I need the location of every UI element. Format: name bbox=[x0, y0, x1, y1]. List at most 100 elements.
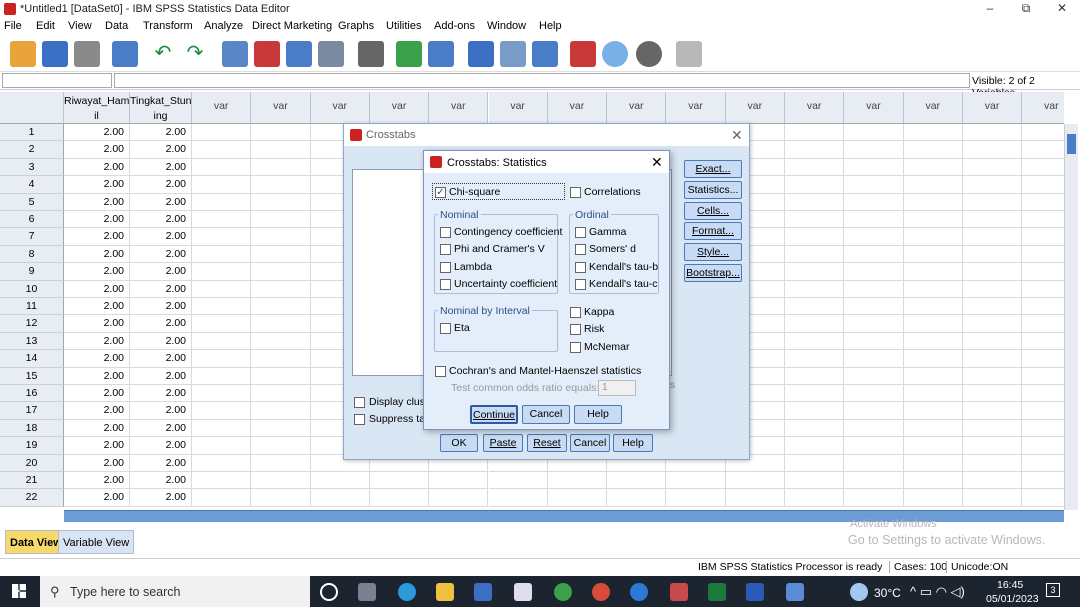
crosstabs-close-button[interactable]: ✕ bbox=[731, 127, 743, 144]
table-cell[interactable] bbox=[192, 193, 252, 211]
uncertainty-coefficient-checkbox[interactable] bbox=[440, 279, 451, 290]
clock-time[interactable]: 16:45 bbox=[997, 579, 1023, 591]
table-cell[interactable] bbox=[844, 245, 904, 264]
menu-edit[interactable]: Edit bbox=[36, 20, 55, 32]
table-cell[interactable] bbox=[962, 298, 1023, 316]
table-cell[interactable] bbox=[785, 263, 845, 281]
mcnemar-checkbox[interactable] bbox=[570, 342, 581, 353]
table-cell[interactable] bbox=[785, 419, 845, 438]
minimize-button[interactable]: – bbox=[972, 0, 1008, 18]
table-cell[interactable] bbox=[192, 402, 252, 420]
menu-file[interactable]: File bbox=[4, 20, 22, 32]
table-cell[interactable]: 2.00 bbox=[64, 489, 130, 507]
insert-variable-icon[interactable] bbox=[396, 41, 422, 67]
table-cell[interactable] bbox=[251, 332, 311, 351]
dialog-recall-icon[interactable] bbox=[112, 41, 138, 67]
table-cell[interactable] bbox=[785, 332, 845, 351]
table-cell[interactable] bbox=[962, 141, 1023, 159]
table-cell[interactable]: 2.00 bbox=[64, 332, 130, 351]
table-cell[interactable]: 2.00 bbox=[130, 158, 192, 177]
table-cell[interactable] bbox=[903, 228, 963, 246]
table-cell[interactable] bbox=[251, 124, 311, 142]
table-cell[interactable] bbox=[310, 489, 370, 507]
table-cell[interactable] bbox=[429, 489, 489, 507]
row-header[interactable]: 8 bbox=[0, 245, 64, 264]
column-header[interactable]: var bbox=[251, 92, 311, 124]
row-header[interactable]: 18 bbox=[0, 419, 64, 438]
table-cell[interactable] bbox=[785, 158, 845, 177]
ok-button[interactable]: OK bbox=[440, 434, 478, 452]
table-cell[interactable] bbox=[844, 280, 904, 298]
row-header[interactable]: 10 bbox=[0, 280, 64, 298]
table-cell[interactable] bbox=[1022, 368, 1064, 385]
table-cell[interactable] bbox=[1022, 455, 1064, 472]
vertical-scrollbar[interactable] bbox=[1064, 124, 1078, 510]
table-cell[interactable] bbox=[251, 454, 311, 472]
table-cell[interactable] bbox=[725, 489, 785, 507]
table-cell[interactable] bbox=[547, 489, 608, 507]
table-cell[interactable]: 2.00 bbox=[130, 141, 192, 159]
style-button[interactable]: Style... bbox=[684, 243, 742, 261]
table-cell[interactable] bbox=[251, 280, 311, 298]
menu-window[interactable]: Window bbox=[487, 20, 526, 32]
table-cell[interactable] bbox=[903, 437, 963, 455]
kendalls-tau-c-checkbox[interactable] bbox=[575, 279, 586, 290]
table-cell[interactable]: 2.00 bbox=[64, 211, 130, 229]
table-cell[interactable] bbox=[547, 472, 608, 490]
table-cell[interactable] bbox=[192, 385, 252, 403]
table-cell[interactable]: 2.00 bbox=[130, 315, 192, 333]
table-cell[interactable] bbox=[903, 176, 963, 194]
value-labels-icon[interactable] bbox=[532, 41, 558, 67]
open-icon[interactable] bbox=[10, 41, 36, 67]
table-cell[interactable]: 2.00 bbox=[64, 228, 130, 246]
table-cell[interactable] bbox=[903, 263, 963, 281]
table-cell[interactable] bbox=[192, 263, 252, 281]
column-header[interactable]: var bbox=[903, 92, 963, 124]
table-cell[interactable] bbox=[785, 298, 845, 316]
menu-graphs[interactable]: Graphs bbox=[338, 20, 374, 32]
table-cell[interactable] bbox=[903, 245, 963, 264]
table-cell[interactable] bbox=[962, 263, 1023, 281]
table-cell[interactable]: 2.00 bbox=[130, 176, 192, 194]
table-cell[interactable] bbox=[251, 176, 311, 194]
store-icon[interactable] bbox=[474, 583, 492, 601]
table-cell[interactable]: 2.00 bbox=[64, 454, 130, 472]
column-header[interactable]: var bbox=[488, 92, 548, 124]
file-explorer-icon[interactable] bbox=[436, 583, 454, 601]
table-cell[interactable] bbox=[903, 315, 963, 333]
weather-temp[interactable]: 30°C bbox=[874, 586, 901, 600]
column-header[interactable]: var bbox=[1022, 92, 1064, 124]
cell-value-field[interactable] bbox=[114, 73, 970, 88]
reset-button[interactable]: Reset bbox=[527, 434, 567, 452]
table-cell[interactable] bbox=[903, 419, 963, 438]
table-cell[interactable] bbox=[785, 280, 845, 298]
menu-add-ons[interactable]: Add-ons bbox=[434, 20, 475, 32]
table-cell[interactable] bbox=[844, 176, 904, 194]
vertical-scroll-thumb[interactable] bbox=[1067, 134, 1076, 154]
table-cell[interactable] bbox=[251, 489, 311, 507]
chrome-icon[interactable] bbox=[554, 583, 572, 601]
row-header[interactable]: 12 bbox=[0, 315, 64, 333]
table-cell[interactable] bbox=[844, 193, 904, 211]
table-cell[interactable] bbox=[785, 350, 845, 368]
spelling-icon[interactable] bbox=[636, 41, 662, 67]
table-cell[interactable] bbox=[1022, 489, 1064, 507]
undo-icon[interactable]: ↶ bbox=[150, 41, 176, 67]
row-header[interactable]: 15 bbox=[0, 367, 64, 385]
column-header[interactable]: var bbox=[844, 92, 904, 124]
table-cell[interactable] bbox=[192, 367, 252, 385]
table-cell[interactable] bbox=[903, 454, 963, 472]
table-cell[interactable]: 2.00 bbox=[130, 263, 192, 281]
table-cell[interactable] bbox=[903, 211, 963, 229]
table-cell[interactable] bbox=[192, 350, 252, 368]
select-cases-icon[interactable] bbox=[500, 41, 526, 67]
table-cell[interactable] bbox=[192, 176, 252, 194]
table-cell[interactable] bbox=[251, 402, 311, 420]
word-icon[interactable] bbox=[746, 583, 764, 601]
table-cell[interactable] bbox=[429, 472, 489, 490]
format-button[interactable]: Format... bbox=[684, 222, 742, 240]
table-cell[interactable] bbox=[192, 211, 252, 229]
table-cell[interactable] bbox=[844, 298, 904, 316]
table-cell[interactable]: 2.00 bbox=[64, 263, 130, 281]
table-cell[interactable] bbox=[251, 211, 311, 229]
